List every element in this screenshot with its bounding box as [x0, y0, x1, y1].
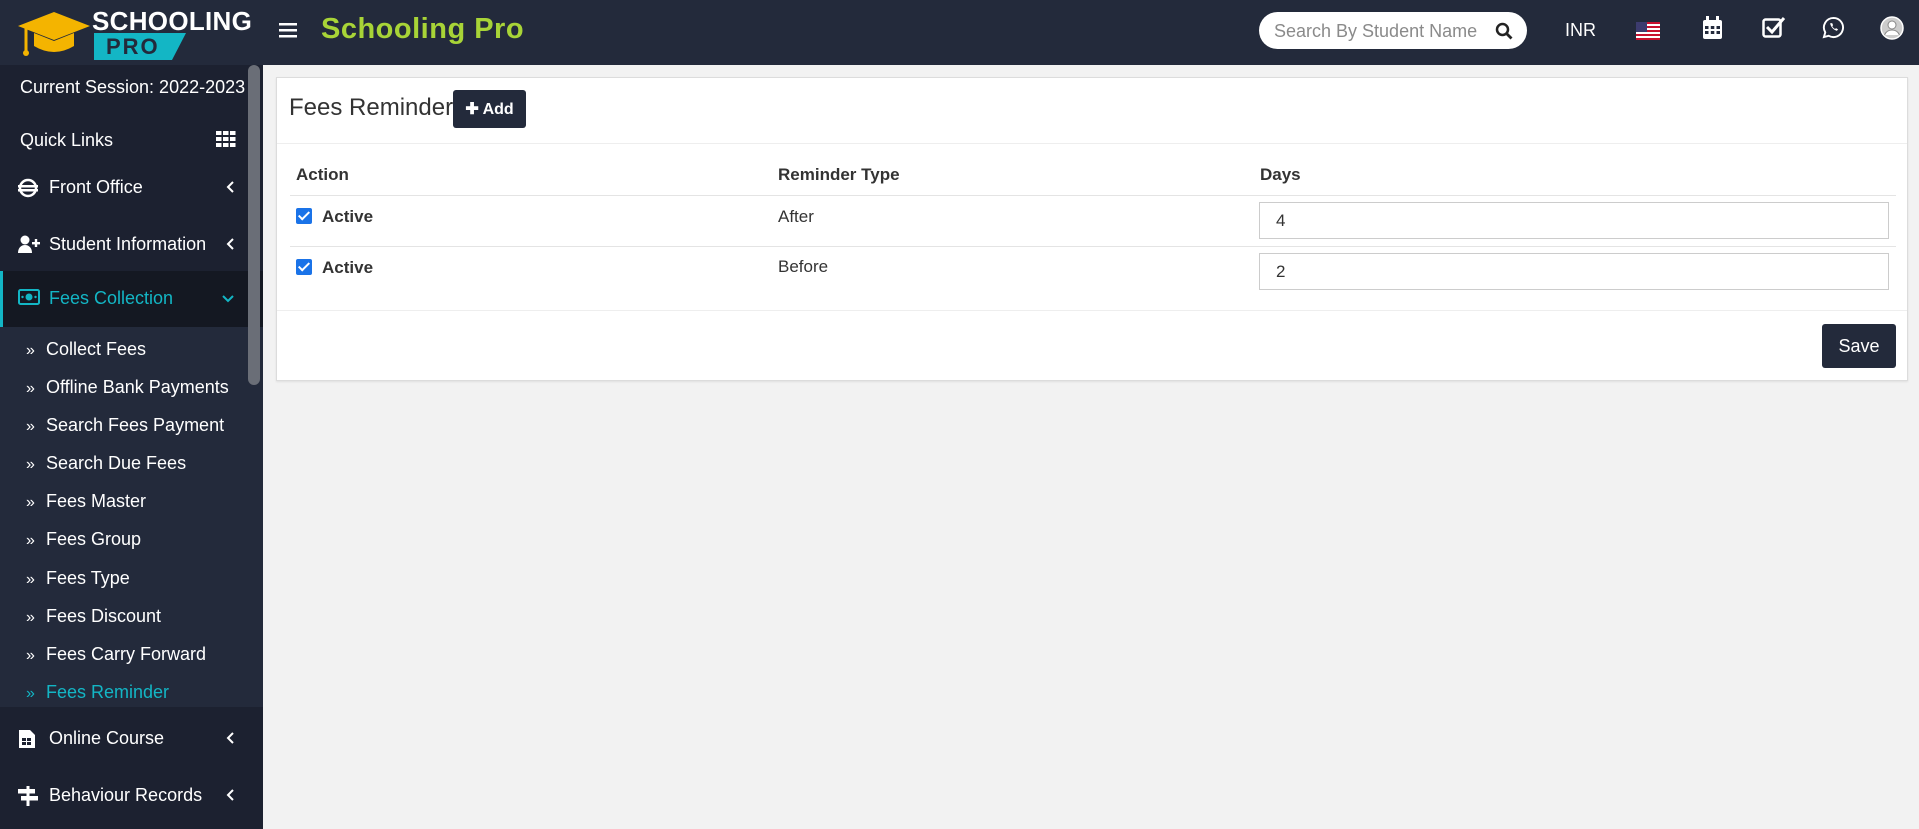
search-icon[interactable]: [1495, 22, 1513, 40]
logo-text-pro: PRO: [94, 33, 186, 60]
sidebar-item-front-office[interactable]: Front Office: [0, 160, 263, 216]
sidebar-subitem-fees-type[interactable]: » Fees Type: [26, 568, 130, 592]
double-chevron-icon: »: [26, 532, 35, 549]
subitem-label: Fees Reminder: [46, 682, 170, 702]
double-chevron-icon: »: [26, 571, 35, 588]
reminder-status-label: Active: [322, 258, 374, 277]
sidebar-subitem-search-due-fees[interactable]: » Search Due Fees: [26, 453, 186, 477]
sidebar-subitem-fees-master[interactable]: » Fees Master: [26, 491, 146, 515]
subitem-label: Search Due Fees: [46, 453, 187, 473]
double-chevron-icon: »: [26, 380, 35, 397]
column-header-reminder-type: Reminder Type: [778, 165, 900, 184]
reminder-status-label: Active: [322, 207, 374, 226]
double-chevron-icon: »: [26, 456, 35, 473]
current-session-label[interactable]: Current Session: 2022-2023: [20, 77, 245, 98]
double-chevron-icon: »: [26, 685, 35, 702]
page-title: Fees Reminder: [289, 94, 454, 121]
quick-links-label[interactable]: Quick Links: [20, 130, 113, 151]
schooling-pro-logo[interactable]: SCHOOLING PRO: [18, 4, 252, 60]
sidebar-item-behaviour-records[interactable]: Behaviour Records: [0, 768, 263, 824]
currency-selector[interactable]: INR: [1565, 20, 1596, 50]
top-navbar: SCHOOLING PRO Schooling Pro INR: [0, 0, 1919, 65]
subitem-label: Fees Discount: [46, 606, 162, 626]
chevron-left-icon: [226, 238, 234, 250]
add-button-label: Add: [482, 101, 514, 118]
sidebar-subitem-fees-discount[interactable]: » Fees Discount: [26, 606, 161, 630]
save-button[interactable]: Save: [1822, 324, 1896, 368]
table-row-divider: [290, 246, 1896, 247]
column-header-action: Action: [296, 165, 349, 184]
user-avatar-icon[interactable]: [1880, 16, 1904, 46]
column-header-days: Days: [1260, 165, 1301, 184]
us-flag-icon[interactable]: [1636, 22, 1660, 40]
double-chevron-icon: »: [26, 647, 35, 664]
chevron-left-icon: [226, 732, 234, 744]
chevron-left-icon: [226, 181, 234, 193]
sidebar: Current Session: 2022-2023 Quick Links F…: [0, 65, 263, 829]
subitem-label: Fees Group: [46, 529, 142, 549]
sidebar-item-label: Front Office: [49, 177, 143, 197]
chevron-down-icon: [222, 295, 234, 303]
sidebar-item-label: Fees Collection: [49, 288, 174, 308]
reminder-type-value: Before: [778, 257, 829, 276]
add-button[interactable]: ✚ Add: [453, 90, 526, 128]
front-office-icon: [18, 178, 38, 198]
signpost-icon: [18, 786, 38, 806]
chevron-left-icon: [226, 789, 234, 801]
app-title: Schooling Pro: [321, 13, 525, 45]
reminder-active-checkbox[interactable]: [296, 259, 312, 275]
plus-icon: ✚: [465, 101, 479, 118]
panel-footer-divider: [277, 310, 1907, 311]
sidebar-item-fees-collection[interactable]: Fees Collection: [0, 271, 263, 327]
subitem-label: Fees Master: [46, 491, 147, 511]
sidebar-subitem-fees-carry-forward[interactable]: » Fees Carry Forward: [26, 644, 206, 668]
double-chevron-icon: »: [26, 494, 35, 511]
sidebar-item-student-information[interactable]: Student Information: [0, 217, 263, 273]
sidebar-item-label: Behaviour Records: [49, 785, 203, 805]
sidebar-subitem-offline-bank-payments[interactable]: » Offline Bank Payments: [26, 377, 229, 401]
course-icon: [19, 730, 35, 748]
sidebar-scrollbar[interactable]: [248, 65, 260, 385]
fees-collection-submenu: » Collect Fees » Offline Bank Payments » Se…: [0, 327, 263, 707]
reminder-days-input[interactable]: [1259, 253, 1889, 290]
panel-divider: [277, 143, 1907, 144]
grid-icon[interactable]: [216, 131, 236, 147]
double-chevron-icon: »: [26, 418, 35, 435]
sidebar-subitem-collect-fees[interactable]: » Collect Fees: [26, 339, 146, 363]
student-search-box: [1259, 12, 1527, 49]
reminder-active-checkbox[interactable]: [296, 208, 312, 224]
fees-reminder-panel: Fees Reminder ✚ Add Action Reminder Type…: [276, 77, 1908, 381]
user-plus-icon: [18, 235, 40, 253]
sidebar-item-online-course[interactable]: Online Course: [0, 711, 263, 767]
money-icon: [18, 289, 40, 305]
subitem-label: Search Fees Payment: [46, 415, 225, 435]
whatsapp-icon[interactable]: [1822, 16, 1845, 46]
sidebar-item-label: Online Course: [49, 728, 165, 748]
table-divider: [290, 195, 1896, 196]
subitem-label: Fees Carry Forward: [46, 644, 207, 664]
sidebar-subitem-search-fees-payment[interactable]: » Search Fees Payment: [26, 415, 224, 439]
reminder-days-input[interactable]: [1259, 202, 1889, 239]
calendar-icon[interactable]: [1702, 16, 1723, 46]
menu-toggle-icon[interactable]: [279, 20, 301, 42]
task-check-icon[interactable]: [1762, 16, 1786, 46]
sidebar-subitem-fees-reminder[interactable]: » Fees Reminder: [26, 682, 169, 706]
graduation-cap-icon: [18, 12, 90, 56]
student-search-input[interactable]: [1274, 18, 1484, 44]
sidebar-subitem-fees-group[interactable]: » Fees Group: [26, 529, 141, 553]
sidebar-item-label: Student Information: [49, 234, 207, 254]
subitem-label: Fees Type: [46, 568, 130, 588]
double-chevron-icon: »: [26, 609, 35, 626]
subitem-label: Collect Fees: [46, 339, 147, 359]
subitem-label: Offline Bank Payments: [46, 377, 229, 397]
double-chevron-icon: »: [26, 342, 35, 359]
reminder-type-value: After: [778, 207, 814, 226]
